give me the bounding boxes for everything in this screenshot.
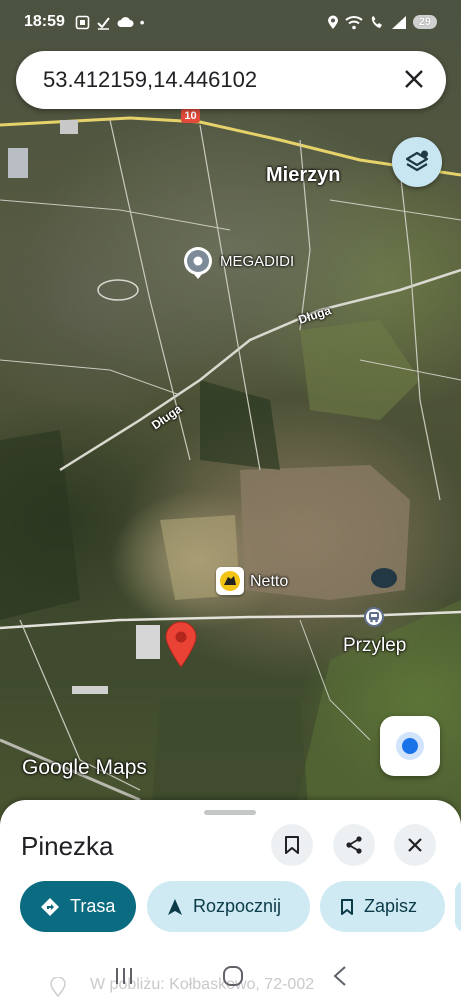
start-navigation-button[interactable]: Rozpocznij — [147, 881, 310, 932]
bookmark-icon — [285, 836, 299, 854]
more-actions-chip[interactable] — [455, 881, 461, 932]
sheet-title: Pinezka — [21, 831, 114, 861]
check-icon — [97, 16, 110, 30]
share-icon — [346, 836, 362, 854]
location-icon — [327, 15, 338, 29]
close-sheet-button[interactable] — [394, 824, 436, 866]
netto-marker[interactable] — [216, 567, 244, 595]
home-icon[interactable] — [221, 964, 245, 988]
search-input[interactable]: 53.412159,14.446102 — [43, 67, 404, 93]
route-label: Trasa — [70, 896, 116, 916]
save-button[interactable]: Zapisz — [320, 881, 445, 932]
status-time: 18:59 — [24, 13, 65, 30]
place-label-netto[interactable]: Netto — [250, 573, 288, 591]
map-roads — [0, 116, 461, 830]
system-status-icons: 29 — [327, 15, 437, 30]
wifi-calling-icon — [371, 15, 382, 28]
status-bar: 18:59 • 29 — [0, 0, 461, 44]
signal-icon — [391, 15, 406, 29]
place-label-mierzyn[interactable]: Mierzyn — [266, 164, 340, 187]
road-shield-label: 10 — [184, 109, 197, 122]
wifi-icon — [345, 15, 363, 29]
search-bar[interactable]: 53.412159,14.446102 — [16, 51, 446, 109]
google-maps-attribution: Google Maps — [22, 756, 147, 779]
satellite-map[interactable]: 10 Mierzyn MEGADIDI Długa Długa Netto Pr… — [0, 0, 461, 830]
my-location-icon — [402, 738, 418, 754]
sheet-drag-handle[interactable] — [204, 810, 256, 815]
screenshot-icon — [75, 15, 90, 29]
battery-indicator: 29 — [412, 15, 437, 29]
bookmark-icon — [341, 898, 353, 915]
place-pin-icon — [184, 247, 212, 279]
red-pin-icon — [165, 621, 197, 668]
road-shield-10: 10 — [181, 108, 200, 123]
share-button[interactable] — [333, 824, 375, 866]
notification-icons: • — [75, 14, 145, 30]
recent-apps-icon[interactable] — [113, 966, 135, 986]
bus-stop-marker[interactable] — [364, 607, 384, 627]
layers-button[interactable] — [392, 137, 442, 187]
directions-icon — [41, 897, 59, 916]
dot-icon: • — [139, 14, 145, 30]
close-icon[interactable] — [404, 67, 424, 93]
my-location-button[interactable] — [380, 716, 440, 776]
dropped-pin[interactable] — [164, 620, 198, 673]
bus-icon — [369, 612, 379, 623]
navigation-arrow-icon — [168, 898, 182, 915]
close-icon — [408, 838, 422, 852]
bookmark-button[interactable] — [271, 824, 313, 866]
back-icon[interactable] — [332, 965, 348, 987]
netto-logo-icon — [220, 571, 240, 591]
route-button[interactable]: Trasa — [20, 881, 136, 932]
system-navigation-bar — [0, 952, 461, 999]
cloud-icon — [117, 16, 134, 27]
save-label: Zapisz — [364, 896, 418, 916]
place-label-megadidi[interactable]: MEGADIDI — [220, 253, 294, 270]
start-label: Rozpocznij — [193, 896, 282, 916]
place-label-przylep[interactable]: Przylep — [343, 635, 406, 657]
layers-icon — [405, 150, 429, 172]
megadidi-marker[interactable] — [182, 245, 214, 284]
